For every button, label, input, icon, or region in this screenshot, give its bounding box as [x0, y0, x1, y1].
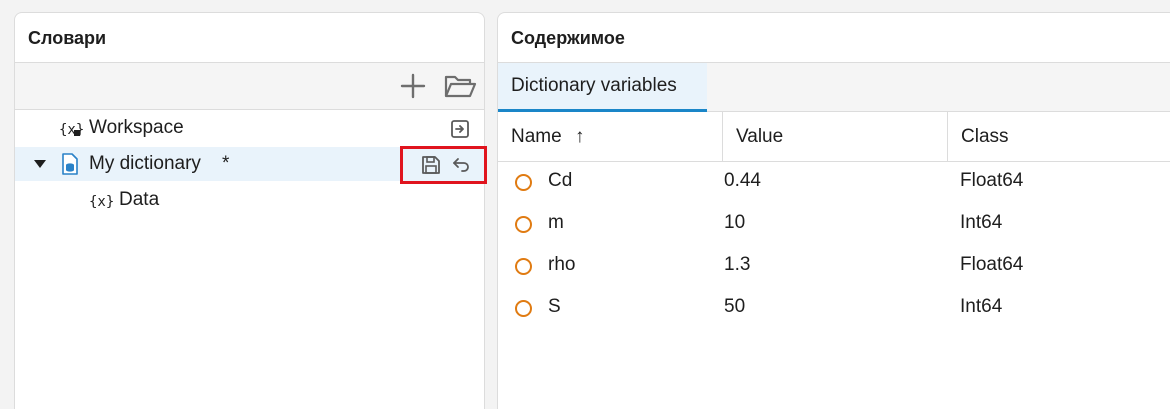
column-label: Name [511, 126, 562, 147]
highlight-box [400, 146, 487, 184]
contents-panel-title: Содержимое [498, 13, 1170, 63]
table-row[interactable]: m 10 Int64 [498, 203, 1170, 245]
cell-class: Int64 [960, 212, 1003, 233]
folder-open-icon [444, 75, 477, 98]
caret-down-icon[interactable] [33, 158, 47, 170]
cell-value: 10 [724, 212, 746, 233]
cell-value: 0.44 [724, 170, 761, 191]
column-header-name[interactable]: Name ↑ [498, 112, 723, 161]
table-row[interactable]: rho 1.3 Float64 [498, 245, 1170, 287]
cell-class: Float64 [960, 170, 1024, 191]
export-icon[interactable] [449, 118, 471, 140]
tab-bar: Dictionary variables [498, 63, 1170, 112]
variable-circle-icon [515, 300, 532, 317]
cell-name: S [548, 296, 561, 317]
tree-item-label: My dictionary [89, 153, 201, 174]
tree-item-data[interactable]: {x} Data [15, 183, 484, 217]
cell-value: 50 [724, 296, 746, 317]
table-header: Name ↑ Value Class [498, 112, 1170, 162]
dictionaries-panel: Словари {x} Workspace My dictionary * {x… [14, 12, 487, 409]
cell-class: Float64 [960, 254, 1024, 275]
dictionaries-panel-title: Словари [15, 13, 484, 63]
add-dictionary-button[interactable] [397, 71, 429, 101]
contents-panel: Содержимое Dictionary variables Name ↑ V… [497, 12, 1170, 409]
unsaved-marker: * [222, 153, 230, 174]
sort-up-arrow-icon: ↑ [574, 126, 585, 147]
tab-dictionary-variables[interactable]: Dictionary variables [498, 63, 707, 112]
cell-class: Int64 [960, 296, 1003, 317]
column-header-class[interactable]: Class [948, 112, 1170, 161]
plus-icon [400, 73, 426, 99]
table-row[interactable]: S 50 Int64 [498, 287, 1170, 329]
variable-icon: {x} [59, 122, 83, 138]
variable-circle-icon [515, 258, 532, 275]
column-header-value[interactable]: Value [723, 112, 948, 161]
variable-icon: {x} [89, 194, 113, 210]
variable-circle-icon [515, 216, 532, 233]
open-dictionary-button[interactable] [443, 71, 477, 101]
dictionary-file-icon [62, 153, 78, 175]
cell-name: m [548, 212, 564, 233]
cell-value: 1.3 [724, 254, 751, 275]
cell-name: rho [548, 254, 576, 275]
dictionaries-toolbar [15, 63, 484, 110]
tree-item-label: Workspace [89, 117, 184, 138]
svg-text:{x}: {x} [89, 194, 113, 210]
tree-item-workspace[interactable]: {x} Workspace [15, 111, 484, 145]
tree-item-label: Data [119, 189, 160, 210]
table-row[interactable]: Cd 0.44 Float64 [498, 161, 1170, 203]
variable-circle-icon [515, 174, 532, 191]
cell-name: Cd [548, 170, 573, 191]
